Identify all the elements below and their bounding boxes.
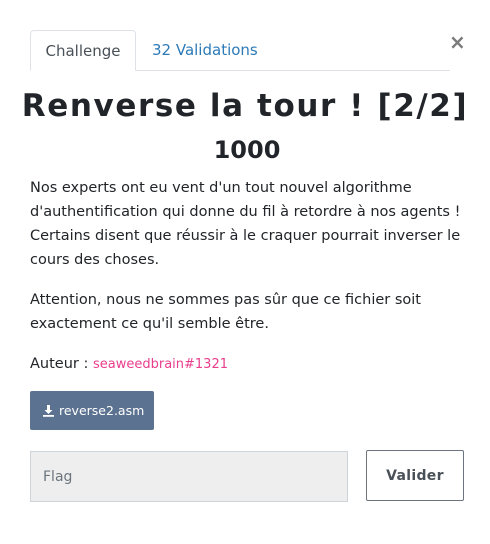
download-icon [43,405,54,417]
download-file-label: reverse2.asm [59,403,145,418]
submit-flag-button[interactable]: Valider [366,450,464,501]
download-file-button[interactable]: reverse2.asm [30,391,154,430]
challenge-points: 1000 [213,136,281,164]
challenge-description: Nos experts ont eu vent d'un tout nouvel… [30,180,461,268]
challenge-author: Auteur : seaweedbrain#1321 [30,353,228,376]
challenge-description-note: Attention, nous ne sommes pas sûr que ce… [30,292,421,332]
challenge-title: Renverse la tour ! [2/2] [21,88,469,124]
tab-challenge[interactable]: Challenge [30,30,136,71]
challenge-modal: Challenge 32 Validations × Renverse la t… [0,0,490,544]
challenge-tabs: Challenge 32 Validations [30,30,450,71]
close-icon[interactable]: × [449,31,466,53]
tab-validations[interactable]: 32 Validations [152,30,258,70]
flag-input[interactable] [30,451,348,502]
author-label: Auteur : [30,356,93,372]
author-link[interactable]: seaweedbrain#1321 [93,357,228,372]
